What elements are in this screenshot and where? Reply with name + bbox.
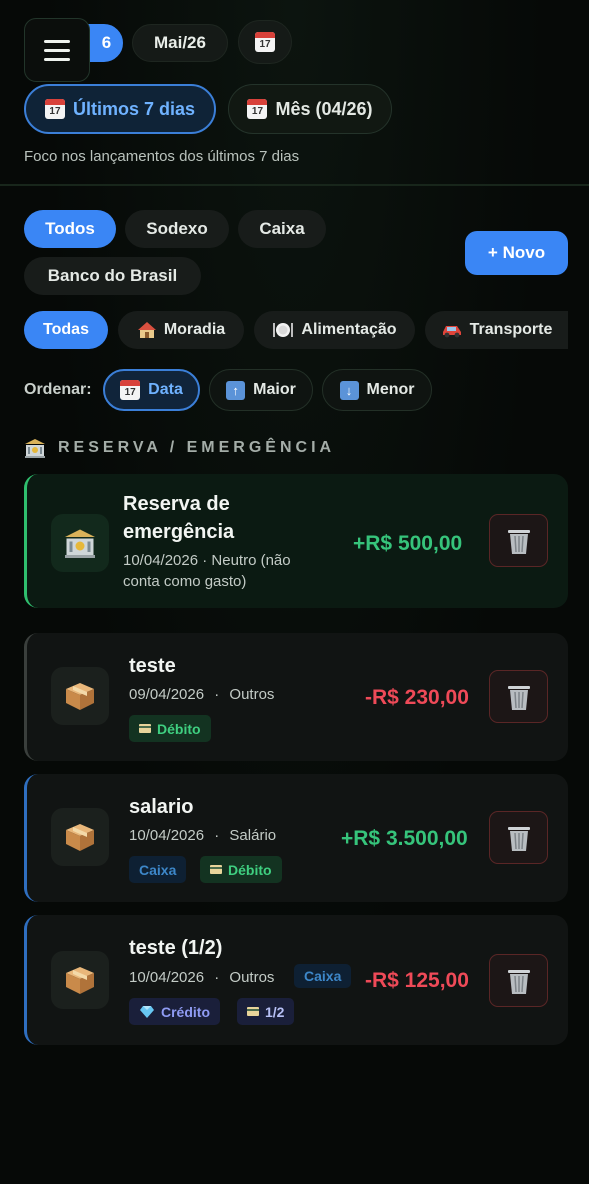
category-chip-todas[interactable]: Todas (24, 311, 108, 349)
transaction-meta: 09/04/2026 · Outros (129, 686, 275, 703)
plate-icon (273, 323, 294, 337)
arrow-down-icon: ↓ (339, 380, 359, 400)
transaction-card[interactable]: salario 10/04/2026 · Salário Caixa Débit… (24, 774, 568, 902)
card-icon (210, 865, 222, 874)
transaction-card-reserva[interactable]: Reserva de emergência 10/04/2026 · Neutr… (24, 474, 568, 608)
header-divider (0, 184, 589, 186)
transaction-amount: -R$ 230,00 (365, 686, 469, 709)
transaction-amount: +R$ 500,00 (353, 532, 463, 555)
transaction-icon-box (51, 951, 109, 1009)
transaction-card[interactable]: teste 09/04/2026 · Outros Débito -R$ 230… (24, 633, 568, 761)
delete-transaction-button[interactable] (489, 954, 548, 1007)
category-chip-moradia[interactable]: Moradia (118, 311, 244, 349)
transaction-icon-box (51, 667, 109, 725)
delete-transaction-button[interactable] (489, 811, 548, 864)
period-subtitle: Foco nos lançamentos dos últimos 7 dias (24, 148, 300, 165)
period-month-button[interactable]: Mês (04/26) (228, 84, 392, 134)
hamburger-line (44, 39, 70, 43)
sort-by-lowest-button[interactable]: ↓ Menor (322, 369, 432, 411)
card-icon (139, 724, 151, 733)
sort-label: Ordenar: (24, 381, 92, 398)
bank-icon (65, 529, 95, 558)
payment-tag-debit: Débito (200, 856, 282, 883)
transaction-amount: +R$ 3.500,00 (341, 827, 468, 850)
month-pill-next[interactable]: Mai/26 (132, 24, 228, 62)
card-icon (247, 1007, 259, 1016)
diamond-icon (140, 1005, 154, 1018)
hamburger-line (44, 57, 70, 61)
sort-by-date-button[interactable]: Data (103, 369, 200, 411)
arrow-up-icon: ↑ (226, 380, 246, 400)
transaction-icon-box (51, 808, 109, 866)
app-screen: 6 Mai/26 Últimos 7 dias Mês (04/26) Foco… (0, 0, 589, 1184)
transaction-meta: 10/04/2026 · Outros (129, 969, 275, 986)
car-icon (442, 326, 461, 338)
hamburger-line (44, 48, 70, 52)
transaction-meta: 10/04/2026 · Neutro (não conta como gast… (123, 552, 291, 590)
category-chip-alimentacao[interactable]: Alimentação (254, 311, 415, 349)
transaction-meta: 10/04/2026 · Salário (129, 827, 277, 844)
trash-icon (507, 826, 530, 851)
package-icon (66, 683, 94, 710)
category-chip-transporte[interactable]: Transporte (425, 311, 568, 349)
calendar-icon (255, 32, 275, 52)
transaction-amount: -R$ 125,00 (365, 969, 469, 992)
house-icon (137, 322, 156, 338)
sort-by-highest-button[interactable]: ↑ Maior (209, 369, 313, 411)
delete-transaction-button[interactable] (489, 514, 548, 567)
calendar-button[interactable] (238, 20, 292, 64)
trash-icon (507, 529, 530, 554)
payment-tag-debit: Débito (129, 715, 211, 742)
account-tag-caixa: Caixa (129, 856, 187, 883)
trash-icon (507, 685, 530, 710)
account-tag-caixa: Caixa (294, 964, 352, 988)
bank-icon (25, 439, 45, 458)
calendar-icon (247, 99, 268, 119)
calendar-icon (44, 99, 65, 119)
period-last-7-days-button[interactable]: Últimos 7 dias (24, 84, 216, 134)
account-chip-caixa[interactable]: Caixa (238, 210, 326, 248)
transaction-title: Reserva de emergência (123, 493, 235, 543)
calendar-icon (120, 380, 141, 400)
payment-tag-credit: Crédito (129, 998, 220, 1025)
transaction-title: teste (129, 655, 176, 677)
account-chip-todos[interactable]: Todos (24, 210, 116, 248)
package-icon (66, 824, 94, 851)
installment-tag: 1/2 (237, 998, 295, 1025)
account-chip-banco-do-brasil[interactable]: Banco do Brasil (24, 257, 201, 295)
hamburger-menu-button[interactable] (24, 18, 90, 82)
package-icon (66, 967, 94, 994)
new-transaction-button[interactable]: + Novo (465, 231, 568, 275)
trash-icon (507, 969, 530, 994)
transaction-icon-box (51, 514, 109, 572)
transaction-title: teste (1/2) (129, 937, 223, 959)
transaction-title: salario (129, 796, 194, 818)
transaction-card[interactable]: teste (1/2) 10/04/2026 · Outros Caixa Cr… (24, 915, 568, 1045)
delete-transaction-button[interactable] (489, 670, 548, 723)
account-chip-sodexo[interactable]: Sodexo (125, 210, 229, 248)
section-title: RESERVA / EMERGÊNCIA (24, 438, 335, 458)
